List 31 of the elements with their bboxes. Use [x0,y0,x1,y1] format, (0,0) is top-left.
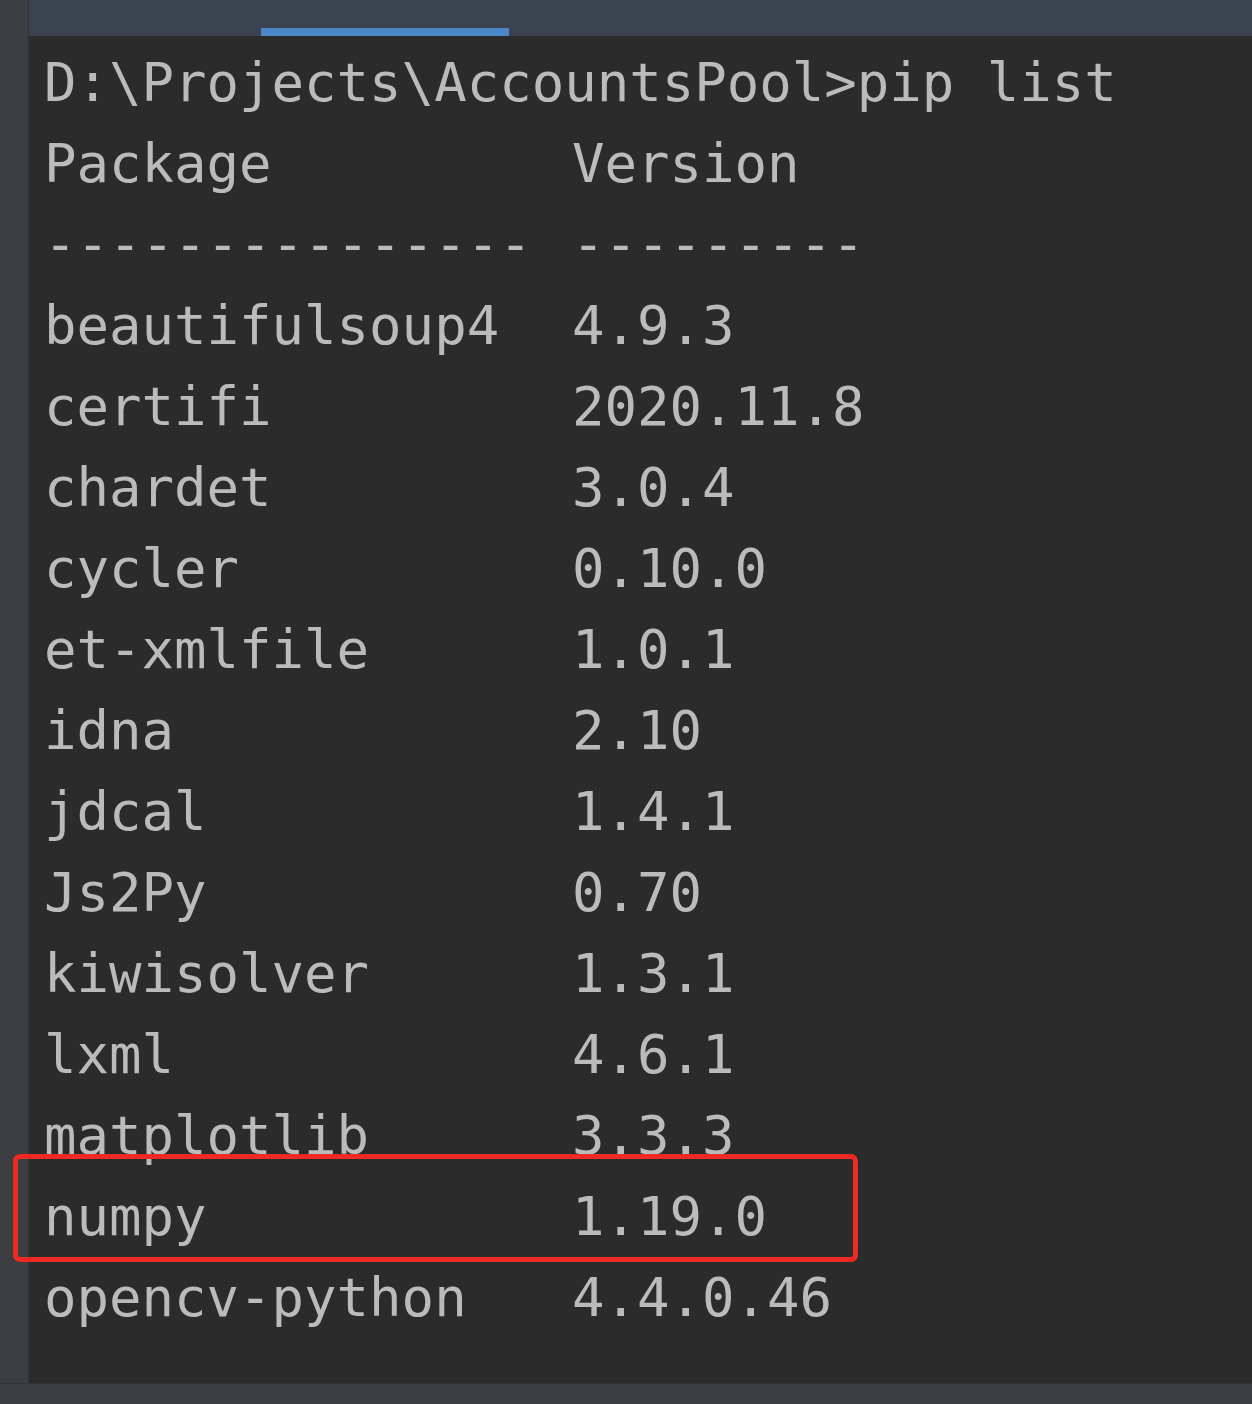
package-name: Js2Py [44,860,207,926]
package-name: matplotlib [44,1103,370,1169]
package-name: chardet [44,455,272,521]
package-name: numpy [44,1184,207,1250]
package-version: 2.10 [572,698,703,764]
package-name: et-xmlfile [44,617,370,683]
package-version: 3.3.3 [572,1103,735,1169]
command-line: D:\Projects\AccountsPool>pip list [44,50,1117,116]
package-name: jdcal [44,779,207,845]
package-version: 0.70 [572,860,703,926]
package-version: 4.6.1 [572,1022,735,1088]
package-version: 2020.11.8 [572,374,865,440]
column-header: Version [572,131,800,197]
package-version: 1.3.1 [572,941,735,1007]
column-header: Package [44,131,272,197]
package-version: 4.9.3 [572,293,735,359]
header-rule: --------- [572,212,865,278]
header-rule: --------------- [44,212,532,278]
package-name: idna [44,698,175,764]
package-version: 1.0.1 [572,617,735,683]
package-name: lxml [44,1022,175,1088]
package-name: certifi [44,374,272,440]
package-name: kiwisolver [44,941,370,1007]
package-version: 0.10.0 [572,536,768,602]
package-name: beautifulsoup4 [44,293,500,359]
package-version: 4.4.0.46 [572,1265,833,1331]
package-name: cycler [44,536,240,602]
package-version: 3.0.4 [572,455,735,521]
package-name: opencv-python [44,1265,467,1331]
package-version: 1.4.1 [572,779,735,845]
package-version: 1.19.0 [572,1184,768,1250]
